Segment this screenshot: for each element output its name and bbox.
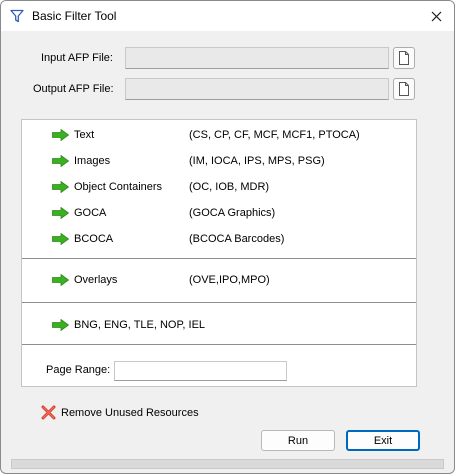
option-overlays[interactable]: Overlays [52,272,117,288]
option-text[interactable]: Text [52,127,94,143]
document-icon [399,51,409,65]
option-images[interactable]: Images [52,153,110,169]
basic-filter-tool-window: Basic Filter Tool Input AFP File: Output… [0,0,455,474]
option-description: (OVE,IPO,MPO) [189,274,270,286]
filter-options-panel: Text (CS, CP, CF, MCF, MCF1, PTOCA) Imag… [21,119,417,387]
option-description: (GOCA Graphics) [189,207,276,219]
option-description: (CS, CP, CF, MCF, MCF1, PTOCA) [189,129,360,141]
option-label: BNG, ENG, TLE, NOP, IEL [74,319,206,331]
page-range-label: Page Range: [46,364,111,376]
green-arrow-icon [52,129,69,141]
run-button[interactable]: Run [261,430,335,451]
input-afp-file-label: Input AFP File: [41,52,113,64]
status-bar [11,459,444,469]
close-button[interactable] [424,4,448,28]
exit-button[interactable]: Exit [346,430,420,451]
input-afp-file-field[interactable] [125,47,389,69]
remove-unused-resources-label: Remove Unused Resources [61,406,199,419]
option-bcoca[interactable]: BCOCA [52,231,113,247]
option-description: (IM, IOCA, IPS, MPS, PSG) [189,155,325,167]
red-x-icon [41,405,56,420]
document-icon [399,82,409,96]
green-arrow-icon [52,181,69,193]
output-afp-file-label: Output AFP File: [33,83,114,95]
option-label: BCOCA [74,233,114,245]
page-range-input[interactable] [114,361,287,381]
green-arrow-icon [52,155,69,167]
option-label: Overlays [74,274,118,286]
option-label: Object Containers [74,181,163,193]
filter-funnel-icon [10,9,24,23]
browse-input-button[interactable] [393,47,415,69]
divider [22,344,416,345]
green-arrow-icon [52,319,69,331]
option-label: GOCA [74,207,107,219]
browse-output-button[interactable] [393,78,415,100]
option-object-containers[interactable]: Object Containers [52,179,162,195]
option-goca[interactable]: GOCA [52,205,106,221]
option-description: (BCOCA Barcodes) [189,233,285,245]
window-title: Basic Filter Tool [32,9,117,23]
green-arrow-icon [52,207,69,219]
option-description: (OC, IOB, MDR) [189,181,270,193]
remove-unused-resources-option[interactable]: Remove Unused Resources [41,405,199,420]
output-afp-file-field[interactable] [125,78,389,100]
option-bng-eng-tle-nop-iel[interactable]: BNG, ENG, TLE, NOP, IEL [52,317,205,333]
divider [22,302,416,303]
title-bar[interactable]: Basic Filter Tool [1,1,454,31]
close-icon [431,11,441,21]
option-label: Images [74,155,111,167]
green-arrow-icon [52,274,69,286]
divider [22,258,416,259]
option-label: Text [74,129,95,141]
exit-button-label: Exit [373,434,393,447]
green-arrow-icon [52,233,69,245]
run-button-label: Run [287,434,309,447]
